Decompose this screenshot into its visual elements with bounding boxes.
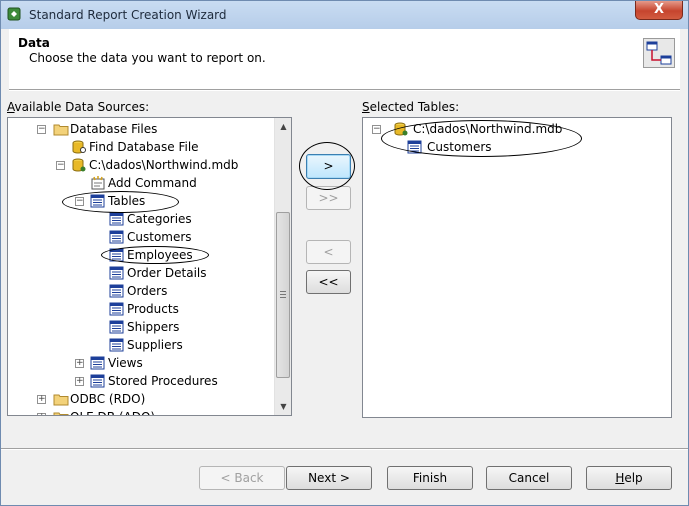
collapse-icon[interactable]: − (56, 161, 65, 170)
back-button[interactable]: < Back (199, 466, 285, 490)
scroll-down-icon[interactable]: ▼ (275, 398, 291, 415)
tree-item-odbc-rdo[interactable]: + ODBC (RDO) (8, 390, 274, 408)
tree-item-stored-procedures[interactable]: + Stored Procedures (8, 372, 274, 390)
page-subtitle: Choose the data you want to report on. (29, 51, 266, 65)
expand-icon[interactable]: + (75, 359, 84, 368)
tree-item-tables[interactable]: − Tables (8, 192, 274, 210)
tree-item-ole-db-ado[interactable]: + OLE DB (ADO) (8, 408, 274, 415)
table-icon (109, 230, 124, 244)
title-bar[interactable]: Standard Report Creation Wizard X (1, 1, 688, 29)
page-title: Data (18, 36, 50, 50)
tree-item-table[interactable]: Orders (8, 282, 274, 300)
tree-item-table[interactable]: Products (8, 300, 274, 318)
tree-item-database-files[interactable]: − Database Files (8, 120, 274, 138)
tree-item-views[interactable]: + Views (8, 354, 274, 372)
window-title: Standard Report Creation Wizard (29, 8, 227, 22)
table-icon (109, 320, 124, 334)
remove-all-tables-button[interactable]: << (306, 270, 351, 294)
table-icon (109, 284, 124, 298)
tree-item-table[interactable]: Shippers (8, 318, 274, 336)
table-icon (109, 266, 124, 280)
stored-procedures-icon (90, 374, 105, 388)
wizard-window: Standard Report Creation Wizard X Data C… (0, 0, 689, 506)
table-icon (109, 248, 124, 262)
table-icon (407, 140, 422, 154)
vertical-scrollbar[interactable]: ▲ ▼ (274, 118, 291, 415)
selected-item-northwind-mdb[interactable]: − C:\dados\Northwind.mdb (363, 120, 663, 138)
selected-tables-label: Selected Tables: (362, 100, 460, 114)
selected-tables-tree[interactable]: − C:\dados\Northwind.mdb Customers (362, 117, 672, 418)
tree-item-table[interactable]: Employees (8, 246, 274, 264)
folder-icon (53, 124, 69, 136)
tree-item-northwind-mdb[interactable]: − C:\dados\Northwind.mdb (8, 156, 274, 174)
expand-icon[interactable]: + (37, 395, 46, 404)
tree-item-table[interactable]: Customers (8, 228, 274, 246)
collapse-icon[interactable]: − (75, 197, 84, 206)
collapse-icon[interactable]: − (372, 125, 381, 134)
folder-icon (53, 394, 69, 406)
scroll-up-icon[interactable]: ▲ (275, 118, 291, 135)
expand-icon[interactable]: + (37, 413, 46, 415)
data-link-icon (643, 38, 675, 68)
database-icon (72, 158, 86, 172)
available-data-sources-tree[interactable]: − Database Files Find Database File − C:… (7, 117, 292, 416)
collapse-icon[interactable]: − (37, 125, 46, 134)
views-icon (90, 356, 105, 370)
table-icon (109, 302, 124, 316)
selected-item-customers[interactable]: Customers (363, 138, 663, 156)
tree-item-add-command[interactable]: Add Command (8, 174, 274, 192)
add-command-icon (91, 176, 105, 190)
tables-icon (90, 194, 105, 208)
remove-table-button[interactable]: < (306, 240, 351, 264)
add-table-button[interactable]: > (306, 154, 351, 179)
folder-icon (53, 412, 69, 415)
database-icon (394, 122, 408, 136)
app-icon (7, 7, 21, 21)
finish-button[interactable]: Finish (387, 466, 473, 490)
tree-item-table[interactable]: Categories (8, 210, 274, 228)
scrollbar-thumb[interactable] (276, 212, 290, 378)
tree-item-table[interactable]: Suppliers (8, 336, 274, 354)
next-button[interactable]: Next > (286, 466, 372, 490)
header-divider (9, 89, 680, 91)
tree-item-find-database-file[interactable]: Find Database File (8, 138, 274, 156)
close-button[interactable]: X (635, 1, 683, 20)
tree-item-table[interactable]: Order Details (8, 264, 274, 282)
table-icon (109, 338, 124, 352)
find-database-icon (72, 140, 86, 154)
available-data-sources-label: Available Data Sources: (7, 100, 150, 114)
footer-divider (1, 448, 688, 450)
add-all-tables-button[interactable]: >> (306, 186, 351, 210)
cancel-button[interactable]: Cancel (486, 466, 572, 490)
table-icon (109, 212, 124, 226)
help-button[interactable]: Help (586, 466, 672, 490)
wizard-header: Data Choose the data you want to report … (9, 29, 680, 89)
expand-icon[interactable]: + (75, 377, 84, 386)
